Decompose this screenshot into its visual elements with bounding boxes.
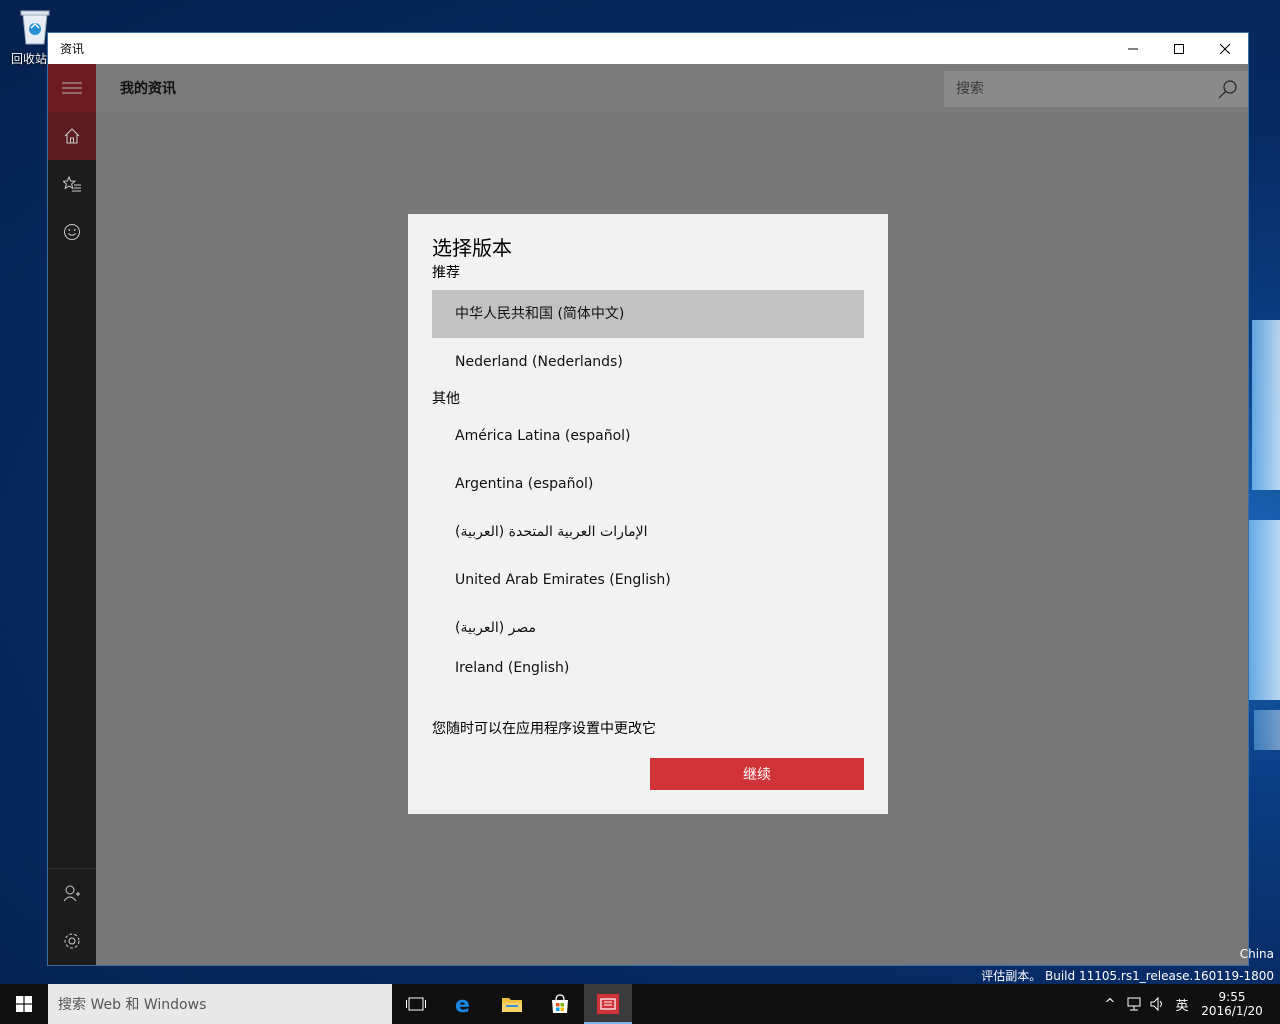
sidebar-item-emoji[interactable]: [48, 208, 96, 256]
window-title: 资讯: [60, 42, 85, 56]
start-button[interactable]: [0, 984, 48, 1024]
news-app-icon: [597, 994, 619, 1014]
close-button[interactable]: [1202, 33, 1248, 64]
network-icon: [1127, 997, 1141, 1011]
svg-text:e: e: [455, 993, 470, 1015]
edition-option-uae-arabic[interactable]: (العربية) الإمارات العربية المتحدة: [432, 508, 864, 556]
volume-button[interactable]: [1146, 984, 1170, 1024]
close-icon: [1220, 43, 1230, 54]
taskbar-store-button[interactable]: [536, 984, 584, 1024]
search-box[interactable]: [944, 71, 1248, 107]
chevron-up-icon: ^: [1104, 996, 1116, 1012]
settings-button[interactable]: [48, 917, 96, 965]
task-view-button[interactable]: [392, 984, 440, 1024]
continue-button[interactable]: 继续: [650, 758, 864, 790]
windows-logo-icon: [16, 996, 32, 1012]
clock-time: 9:55: [1218, 990, 1246, 1004]
edition-option-egypt-arabic[interactable]: (العربية) مصر: [432, 604, 864, 652]
search-icon: [1218, 80, 1237, 99]
tray-overflow-button[interactable]: ^: [1098, 984, 1122, 1024]
maximize-button[interactable]: [1156, 33, 1202, 64]
edition-option-uae-english[interactable]: United Arab Emirates (English): [432, 556, 864, 604]
favorites-icon: [63, 176, 81, 192]
maximize-icon: [1174, 43, 1184, 54]
sidebar-item-home[interactable]: [48, 112, 96, 160]
network-button[interactable]: [1122, 984, 1146, 1024]
search-input[interactable]: [944, 71, 1208, 107]
hamburger-button[interactable]: [48, 64, 96, 112]
edition-option-netherlands[interactable]: Nederland (Nederlands): [432, 338, 864, 386]
sidebar-item-favorites[interactable]: [48, 160, 96, 208]
volume-icon: [1150, 997, 1162, 1011]
search-button[interactable]: [1208, 71, 1248, 107]
sidebar: [48, 64, 96, 965]
minimize-button[interactable]: [1110, 33, 1156, 64]
other-label: 其他: [432, 391, 460, 407]
taskbar: 搜索 Web 和 Windows e ^ 英 9:55 2016/1/20: [0, 984, 1280, 1024]
task-view-icon: [406, 997, 426, 1011]
edition-dialog: 选择版本 推荐 中华人民共和国 (简体中文) Nederland (Nederl…: [408, 214, 888, 814]
edition-option-argentina[interactable]: Argentina (español): [432, 460, 864, 508]
clock-date: 2016/1/20: [1201, 1004, 1263, 1018]
minimize-icon: [1128, 48, 1138, 49]
taskbar-search-box[interactable]: 搜索 Web 和 Windows: [48, 984, 392, 1024]
store-icon: [552, 994, 568, 1013]
edition-option-china[interactable]: 中华人民共和国 (简体中文): [432, 290, 864, 338]
recycle-bin-label: 回收站: [10, 52, 47, 66]
emoji-icon: [64, 224, 80, 240]
folder-icon: [502, 998, 522, 1012]
watermark-build: 评估副本。 Build 11105.rs1_release.160119-180…: [981, 969, 1274, 983]
system-tray: ^ 英 9:55 2016/1/20: [1098, 984, 1280, 1024]
clock[interactable]: 9:55 2016/1/20: [1194, 990, 1270, 1018]
dialog-title: 选择版本: [432, 236, 512, 260]
taskbar-edge-button[interactable]: e: [440, 984, 488, 1024]
settings-icon: [64, 933, 80, 949]
edge-browser-icon: e: [455, 993, 470, 1015]
settings-hint: 您随时可以在应用程序设置中更改它: [432, 721, 656, 737]
input-method-button[interactable]: 英: [1170, 984, 1194, 1024]
home-icon: [64, 128, 80, 144]
taskbar-news-button[interactable]: [584, 984, 632, 1024]
watermark-region: China: [1239, 947, 1274, 961]
account-button[interactable]: [48, 869, 96, 917]
taskbar-explorer-button[interactable]: [488, 984, 536, 1024]
edition-option-latin-america[interactable]: América Latina (español): [432, 412, 864, 460]
edition-option-ireland[interactable]: Ireland (English): [432, 652, 864, 676]
recommended-label: 推荐: [432, 265, 460, 281]
account-icon: [63, 885, 80, 902]
page-title: 我的资讯: [120, 81, 176, 97]
title-bar[interactable]: 资讯: [48, 33, 1248, 64]
hamburger-icon: [62, 82, 82, 94]
